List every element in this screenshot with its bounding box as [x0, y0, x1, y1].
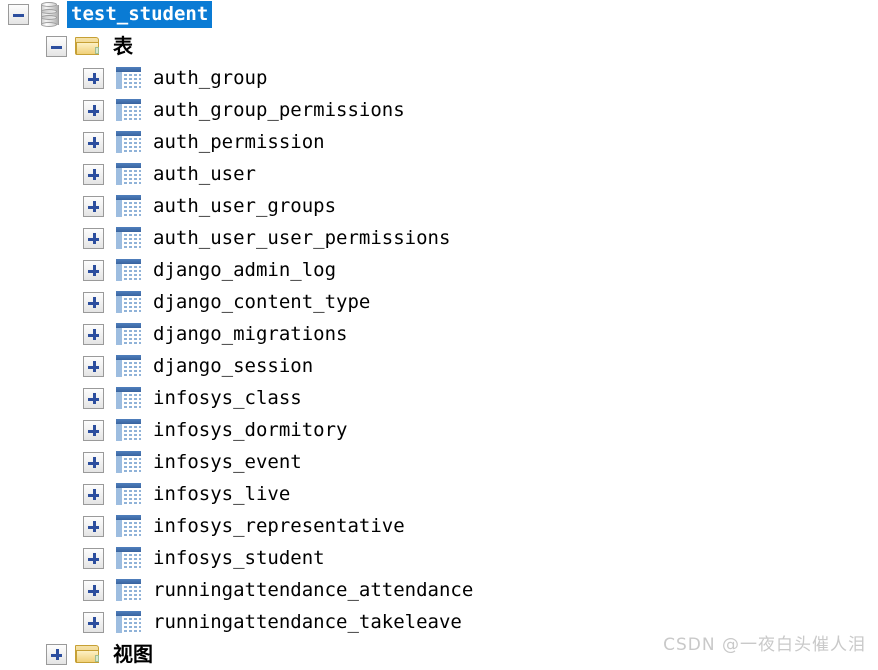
plus-expander-table[interactable] [83, 483, 104, 505]
table-name-label[interactable]: infosys_live [153, 483, 290, 505]
database-icon [39, 1, 59, 27]
minus-expander-database[interactable] [8, 3, 29, 25]
table-name-label[interactable]: infosys_class [153, 387, 302, 409]
table-grid-icon [116, 323, 141, 345]
tree-node-table[interactable]: django_admin_log [0, 254, 878, 286]
table-grid-icon [116, 515, 141, 537]
table-name-label[interactable]: auth_user_groups [153, 195, 336, 217]
tree-node-table[interactable]: infosys_representative [0, 510, 878, 542]
table-name-label[interactable]: infosys_event [153, 451, 302, 473]
table-grid-icon [116, 611, 141, 633]
tree-node-table[interactable]: infosys_student [0, 542, 878, 574]
plus-expander-table[interactable] [83, 67, 104, 89]
table-name-label[interactable]: auth_user [153, 163, 256, 185]
tree-node-table[interactable]: auth_user_groups [0, 190, 878, 222]
table-grid-icon [116, 387, 141, 409]
table-grid-icon [116, 259, 141, 281]
table-name-label[interactable]: auth_permission [153, 131, 325, 153]
table-grid-icon [116, 67, 141, 89]
tree-node-table[interactable]: auth_group [0, 62, 878, 94]
tree-node-table[interactable]: runningattendance_attendance [0, 574, 878, 606]
table-grid-icon [116, 195, 141, 217]
table-name-label[interactable]: django_admin_log [153, 259, 336, 281]
open-folder-icon-tables [75, 35, 101, 57]
table-grid-icon [116, 227, 141, 249]
plus-expander-views[interactable] [46, 643, 67, 665]
plus-expander-table[interactable] [83, 291, 104, 313]
tree-node-database[interactable]: test_student [0, 0, 878, 30]
tree-node-table[interactable]: auth_group_permissions [0, 94, 878, 126]
table-grid-icon [116, 483, 141, 505]
table-name-label[interactable]: auth_group_permissions [153, 99, 405, 121]
tree-node-table[interactable]: django_content_type [0, 286, 878, 318]
table-grid-icon [116, 419, 141, 441]
plus-expander-table[interactable] [83, 99, 104, 121]
table-grid-icon [116, 291, 141, 313]
table-grid-icon [116, 99, 141, 121]
plus-expander-table[interactable] [83, 387, 104, 409]
plus-expander-table[interactable] [83, 547, 104, 569]
tree-node-table[interactable]: django_migrations [0, 318, 878, 350]
table-name-label[interactable]: infosys_representative [153, 515, 405, 537]
plus-expander-table[interactable] [83, 163, 104, 185]
tree-node-table[interactable]: django_session [0, 350, 878, 382]
table-grid-icon [116, 355, 141, 377]
minus-expander-tables[interactable] [46, 35, 67, 57]
tree-node-table[interactable]: infosys_event [0, 446, 878, 478]
table-name-label[interactable]: django_content_type [153, 291, 370, 313]
plus-expander-table[interactable] [83, 611, 104, 633]
views-folder-label: 视图 [113, 642, 153, 666]
table-grid-icon [116, 163, 141, 185]
database-tree[interactable]: test_student 表 auth_group auth_group_perm… [0, 0, 878, 670]
open-folder-icon-views [75, 643, 101, 665]
table-name-label[interactable]: runningattendance_attendance [153, 579, 473, 601]
tree-node-table[interactable]: infosys_class [0, 382, 878, 414]
table-name-label[interactable]: django_migrations [153, 323, 347, 345]
plus-expander-table[interactable] [83, 451, 104, 473]
plus-expander-table[interactable] [83, 227, 104, 249]
tables-folder-label: 表 [113, 34, 133, 58]
plus-expander-table[interactable] [83, 195, 104, 217]
tree-node-table[interactable]: auth_permission [0, 126, 878, 158]
table-name-label[interactable]: django_session [153, 355, 313, 377]
plus-expander-table[interactable] [83, 355, 104, 377]
table-name-label[interactable]: auth_group [153, 67, 267, 89]
tree-node-table[interactable]: infosys_dormitory [0, 414, 878, 446]
table-name-label[interactable]: infosys_student [153, 547, 325, 569]
database-name-label[interactable]: test_student [67, 0, 213, 28]
csdn-watermark: CSDN @一夜白头催人泪 [663, 635, 866, 655]
table-grid-icon [116, 451, 141, 473]
tree-node-table[interactable]: infosys_live [0, 478, 878, 510]
table-name-label[interactable]: auth_user_user_permissions [153, 227, 450, 249]
table-grid-icon [116, 547, 141, 569]
tree-node-tables-folder[interactable]: 表 [0, 30, 878, 62]
plus-expander-table[interactable] [83, 131, 104, 153]
plus-expander-table[interactable] [83, 515, 104, 537]
plus-expander-table[interactable] [83, 323, 104, 345]
table-list: auth_group auth_group_permissions auth_per… [0, 62, 878, 638]
plus-expander-table[interactable] [83, 419, 104, 441]
plus-expander-table[interactable] [83, 579, 104, 601]
table-name-label[interactable]: runningattendance_takeleave [153, 611, 462, 633]
table-grid-icon [116, 579, 141, 601]
table-name-label[interactable]: infosys_dormitory [153, 419, 347, 441]
plus-expander-table[interactable] [83, 259, 104, 281]
tree-node-table[interactable]: auth_user_user_permissions [0, 222, 878, 254]
tree-node-table[interactable]: auth_user [0, 158, 878, 190]
table-grid-icon [116, 131, 141, 153]
